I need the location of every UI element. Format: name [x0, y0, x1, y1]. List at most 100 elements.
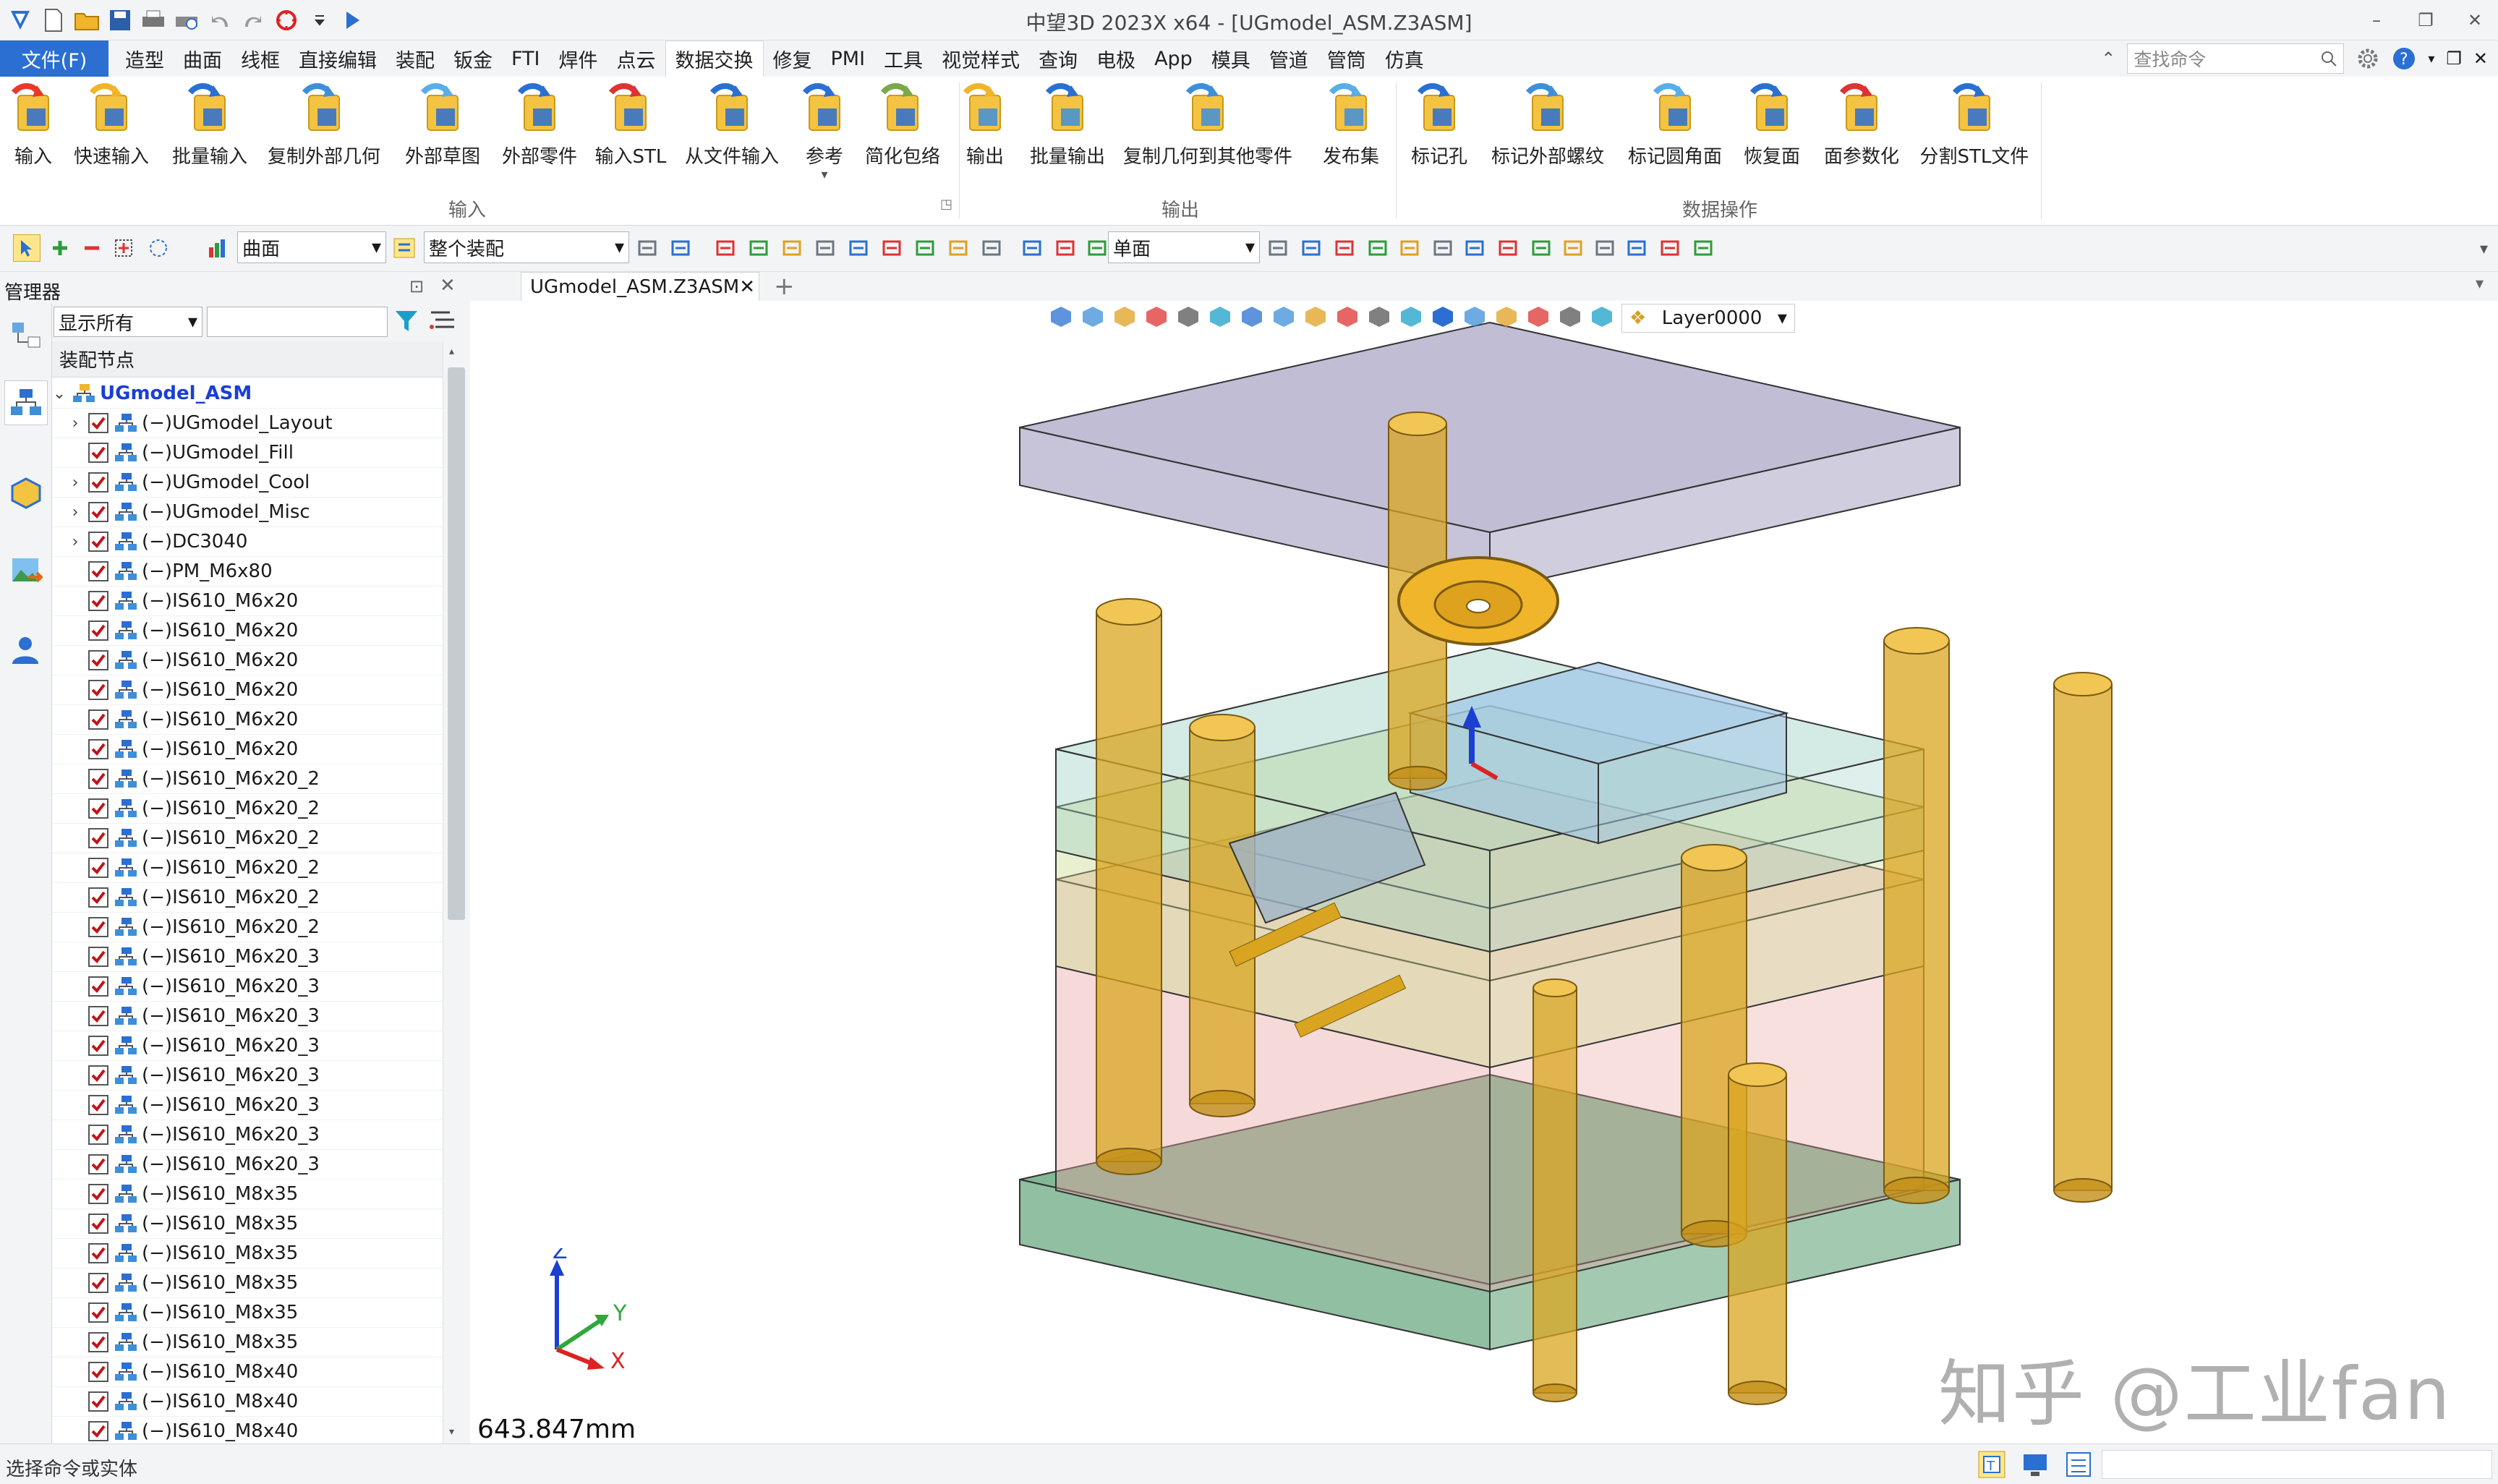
- mold-assembly-model[interactable]: [470, 301, 2498, 1444]
- filter-icon[interactable]: [393, 308, 419, 337]
- user-role-icon[interactable]: [4, 628, 48, 673]
- view-tool-0-icon[interactable]: [1049, 304, 1073, 332]
- selection-tool-9-icon[interactable]: [945, 234, 972, 262]
- visibility-checkbox[interactable]: [88, 1391, 108, 1412]
- tree-scrollbar[interactable]: ▴ ▾: [443, 341, 470, 1444]
- snap-tool-10-icon[interactable]: [1591, 234, 1619, 262]
- ribbon-button-data-4[interactable]: 面参数化: [1824, 81, 1899, 169]
- ribbon-button-output-0[interactable]: 输出: [958, 81, 1013, 169]
- snap-tool-13-icon[interactable]: [1689, 234, 1717, 262]
- doc-close-icon[interactable]: ✕: [2473, 48, 2488, 69]
- ribbon-button-input-0[interactable]: 输入: [6, 81, 61, 169]
- snap-tool-12-icon[interactable]: [1656, 234, 1684, 262]
- ribbon-tab-13[interactable]: 视觉样式: [932, 40, 1029, 77]
- tree-row[interactable]: (−)IS610_M6x20: [52, 646, 443, 675]
- lasso-select-icon[interactable]: [145, 234, 172, 262]
- visibility-checkbox[interactable]: [88, 917, 108, 937]
- assembly-tree-icon[interactable]: [4, 380, 48, 425]
- visibility-checkbox[interactable]: [88, 1184, 108, 1204]
- visibility-checkbox[interactable]: [88, 1125, 108, 1145]
- layer-select[interactable]: ❖ Layer0000 ▾: [1621, 304, 1795, 333]
- visibility-checkbox[interactable]: [88, 443, 108, 463]
- ribbon-tab-18[interactable]: 管道: [1260, 40, 1318, 77]
- visibility-checkbox[interactable]: [88, 887, 108, 908]
- visibility-checkbox[interactable]: [88, 1273, 108, 1293]
- tree-row[interactable]: (−)IS610_M6x20_3: [52, 1150, 443, 1180]
- selection-tool-5-icon[interactable]: [811, 234, 839, 262]
- visibility-checkbox[interactable]: [88, 532, 108, 552]
- selection-tool-13-icon[interactable]: [1083, 234, 1111, 262]
- chevron-down-icon[interactable]: ▾: [821, 169, 827, 182]
- tree-row[interactable]: (−)IS610_M6x20_2: [52, 913, 443, 942]
- expand-icon[interactable]: ›: [68, 474, 82, 492]
- visibility-checkbox[interactable]: [88, 769, 108, 789]
- tree-row[interactable]: (−)IS610_M8x40: [52, 1387, 443, 1417]
- minimize-icon[interactable]: –: [2361, 4, 2392, 36]
- selection-tool-12-icon[interactable]: [1052, 234, 1079, 262]
- tree-row[interactable]: (−)IS610_M6x20: [52, 735, 443, 764]
- help-dropdown-icon[interactable]: ▾: [2428, 51, 2434, 67]
- ribbon-tab-10[interactable]: 修复: [764, 40, 822, 77]
- tree-row[interactable]: (−)IS610_M8x35: [52, 1239, 443, 1268]
- ribbon-tab-14[interactable]: 查询: [1029, 40, 1087, 77]
- expand-icon[interactable]: ›: [68, 533, 82, 551]
- settings-gear-icon[interactable]: [2356, 46, 2380, 71]
- selection-tool-3-icon[interactable]: [745, 234, 772, 262]
- visibility-checkbox[interactable]: [88, 947, 108, 967]
- filter-color-icon[interactable]: [204, 234, 231, 262]
- view-tool-1-icon[interactable]: [1080, 304, 1105, 332]
- snap-tool-0-icon[interactable]: [1264, 234, 1292, 262]
- ribbon-tab-2[interactable]: 线框: [231, 40, 289, 77]
- visibility-checkbox[interactable]: [88, 1243, 108, 1263]
- view-tool-16-icon[interactable]: [1558, 304, 1582, 332]
- view-tool-6-icon[interactable]: [1240, 304, 1264, 332]
- ribbon-button-input-6[interactable]: 输入STL: [595, 81, 666, 169]
- ribbon-tab-0[interactable]: 造型: [116, 40, 174, 77]
- visibility-checkbox[interactable]: [88, 621, 108, 641]
- tree-row[interactable]: (−)IS610_M6x20_2: [52, 853, 443, 883]
- snap-tool-9-icon[interactable]: [1559, 234, 1587, 262]
- view-tool-11-icon[interactable]: [1399, 304, 1423, 332]
- visibility-checkbox[interactable]: [88, 828, 108, 848]
- selection-tool-6-icon[interactable]: [845, 234, 872, 262]
- visibility-checkbox[interactable]: [88, 561, 108, 581]
- visibility-checkbox[interactable]: [88, 1214, 108, 1234]
- snap-tool-6-icon[interactable]: [1461, 234, 1488, 262]
- scroll-up-icon[interactable]: ▴: [449, 346, 454, 357]
- tree-search-input[interactable]: [207, 307, 388, 337]
- snap-tool-1-icon[interactable]: [1297, 234, 1325, 262]
- ribbon-tab-1[interactable]: 曲面: [174, 40, 231, 77]
- view-tool-10-icon[interactable]: [1367, 304, 1391, 332]
- command-search-input[interactable]: 查找命令: [2127, 43, 2345, 74]
- ribbon-button-data-0[interactable]: 标记孔: [1411, 81, 1467, 169]
- ribbon-button-output-3[interactable]: 发布集: [1323, 81, 1379, 169]
- ribbon-tab-8[interactable]: 点云: [608, 40, 665, 77]
- face-mode-select[interactable]: 单面 ▾: [1108, 231, 1260, 263]
- tree-row[interactable]: (−)IS610_M8x35: [52, 1180, 443, 1209]
- visibility-checkbox[interactable]: [88, 1302, 108, 1323]
- tab-list-icon[interactable]: ▾: [2476, 275, 2484, 293]
- box-select-icon[interactable]: [110, 234, 137, 262]
- visibility-checkbox[interactable]: [88, 976, 108, 997]
- toolbar-overflow-icon[interactable]: ▾: [2480, 240, 2488, 258]
- part-view-icon[interactable]: [4, 470, 48, 515]
- selection-tool-10-icon[interactable]: [978, 234, 1005, 262]
- visibility-checkbox[interactable]: [88, 1421, 108, 1441]
- tree-row[interactable]: › (−)UGmodel_Misc: [52, 498, 443, 527]
- snap-tool-7-icon[interactable]: [1494, 234, 1522, 262]
- scrollbar-thumb[interactable]: [448, 367, 465, 920]
- new-tab-icon[interactable]: +: [774, 272, 795, 301]
- view-tool-14-icon[interactable]: [1494, 304, 1519, 332]
- visibility-checkbox[interactable]: [88, 1065, 108, 1086]
- selection-tool-0-icon[interactable]: [634, 234, 661, 262]
- tree-row[interactable]: (−)IS610_M6x20_3: [52, 1120, 443, 1150]
- visibility-checkbox[interactable]: [88, 1036, 108, 1056]
- display-filter-select[interactable]: 显示所有 ▾: [54, 307, 203, 337]
- filter-type-select[interactable]: 曲面 ▾: [237, 231, 386, 263]
- view-tool-2-icon[interactable]: [1112, 304, 1137, 332]
- message-list-icon[interactable]: [2064, 1450, 2093, 1479]
- tree-row[interactable]: (−)IS610_M8x40: [52, 1357, 443, 1387]
- ribbon-button-input-7[interactable]: 从文件输入: [685, 81, 779, 169]
- document-tab[interactable]: UGmodel_ASM.Z3ASM ✕: [521, 272, 759, 301]
- expand-icon[interactable]: ›: [68, 503, 82, 521]
